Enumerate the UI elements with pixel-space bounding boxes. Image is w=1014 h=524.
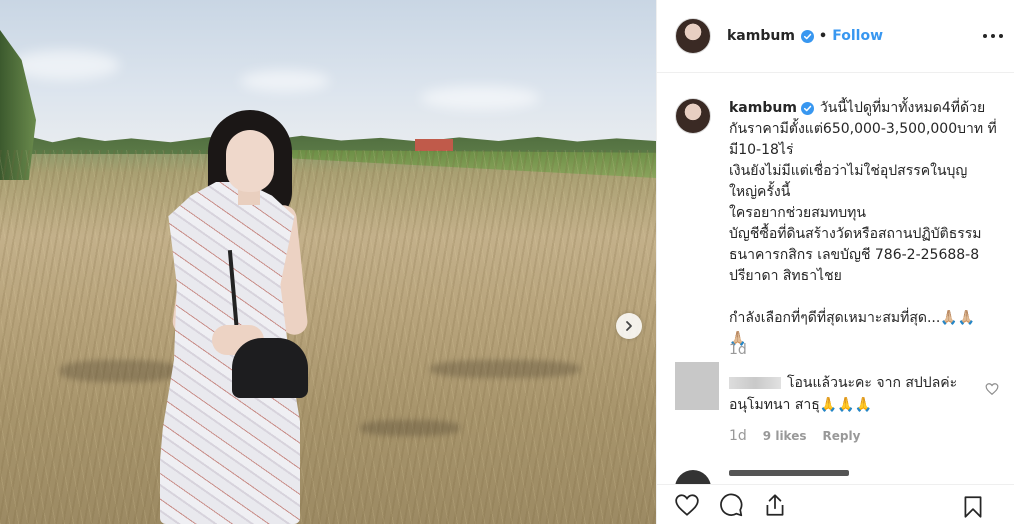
author-username[interactable]: kambum (727, 28, 795, 44)
caption-text: บัญชีซื้อที่ดินสร้างวัดหรือสถานปฏิบัติธร… (729, 226, 982, 242)
share-icon (766, 493, 784, 516)
action-bar (657, 484, 1014, 524)
comment-body: โอนแล้วนะคะ จาก สปปลค่ะ อนุโมทนา สาธุ🙏🙏🙏 (729, 372, 979, 416)
caption-text: 🙏🏼 (729, 331, 747, 347)
carousel-next-button[interactable] (616, 313, 642, 339)
commenter-avatar[interactable] (675, 362, 719, 410)
cloud (10, 50, 120, 80)
dirt-patch (360, 420, 460, 436)
cloud (420, 86, 540, 110)
bookmark-icon (964, 496, 982, 518)
verified-badge-icon (800, 29, 814, 43)
save-button[interactable] (959, 493, 987, 521)
post-side-panel: kambum • Follow kambum วันนี้ไปดูที่มาทั้… (656, 0, 1014, 524)
more-dot (991, 34, 995, 38)
comment-meta: 1d 9 likes Reply (729, 428, 860, 444)
caption-username[interactable]: kambum (729, 100, 797, 116)
post-header: kambum • Follow (657, 0, 1014, 73)
caption-text: ใหญ่ครั้งนี้ (729, 184, 791, 200)
caption-text: กำลังเลือกที่ๆดีที่สุดเหมาะสมที่สุด...🙏🏼… (729, 310, 976, 326)
comment-bubble-icon (720, 493, 743, 516)
caption-text: ปรียาดา สิทธาไชย (729, 268, 842, 284)
caption-text: มี10-18ไร่ (729, 142, 794, 158)
post-photo[interactable] (0, 0, 656, 524)
dirt-patch (430, 360, 580, 378)
like-comment-heart-icon[interactable] (985, 382, 999, 396)
verified-badge-icon (800, 101, 814, 115)
caption-text: ธนาคารกสิกร เลขบัญชี 786-2-25688-8 (729, 247, 980, 263)
heart-icon (675, 493, 699, 516)
person-face (226, 130, 274, 192)
more-dot (999, 34, 1003, 38)
caption-text: กันราคามีตั้งแต่650,000-3,500,000บาท ที่ (729, 121, 997, 137)
chevron-right-icon (626, 321, 632, 331)
caption-avatar[interactable] (675, 98, 711, 134)
field-stubble (0, 150, 656, 524)
caption-body: kambum วันนี้ไปดูที่มาทั้งหมด4ที่ด้วย กัน… (729, 98, 1009, 350)
cloud (240, 70, 330, 92)
comment-button[interactable] (717, 491, 745, 519)
comment-likes[interactable]: 9 likes (763, 429, 807, 443)
next-comment-partial (675, 470, 1005, 484)
separator-dot: • (818, 28, 828, 44)
reply-button[interactable]: Reply (823, 429, 861, 443)
follow-button[interactable]: Follow (832, 28, 883, 44)
caption-timestamp[interactable]: 1d (729, 342, 747, 358)
commenter-username-redacted[interactable] (729, 377, 781, 389)
author-avatar[interactable] (675, 18, 711, 54)
commenter-avatar[interactable] (675, 470, 711, 484)
comment-text: โอนแล้วนะคะ จาก สปปลค่ะ (787, 375, 958, 391)
caption-text: วันนี้ไปดูที่มาทั้งหมด4ที่ด้วย (819, 100, 986, 116)
caption-text: ใครอยากช่วยสมทบทุน (729, 205, 866, 221)
like-button[interactable] (673, 491, 701, 519)
comment-timestamp[interactable]: 1d (729, 428, 747, 444)
comment-text-partial (729, 470, 849, 476)
comment-first-line: โอนแล้วนะคะ จาก สปปลค่ะ (729, 372, 979, 394)
more-options-icon[interactable] (983, 26, 1003, 46)
more-dot (983, 34, 987, 38)
handbag (232, 338, 308, 398)
share-button[interactable] (761, 491, 789, 519)
caption-first-line: kambum วันนี้ไปดูที่มาทั้งหมด4ที่ด้วย (729, 98, 1009, 119)
comment-text: อนุโมทนา สาธุ🙏🙏🙏 (729, 397, 873, 413)
instagram-post-view: kambum • Follow kambum วันนี้ไปดูที่มาทั้… (0, 0, 1014, 524)
dirt-patch (60, 360, 180, 382)
caption-text: เงินยังไม่มีแต่เชื่อว่าไม่ใช่อุปสรรคในบุ… (729, 163, 968, 179)
